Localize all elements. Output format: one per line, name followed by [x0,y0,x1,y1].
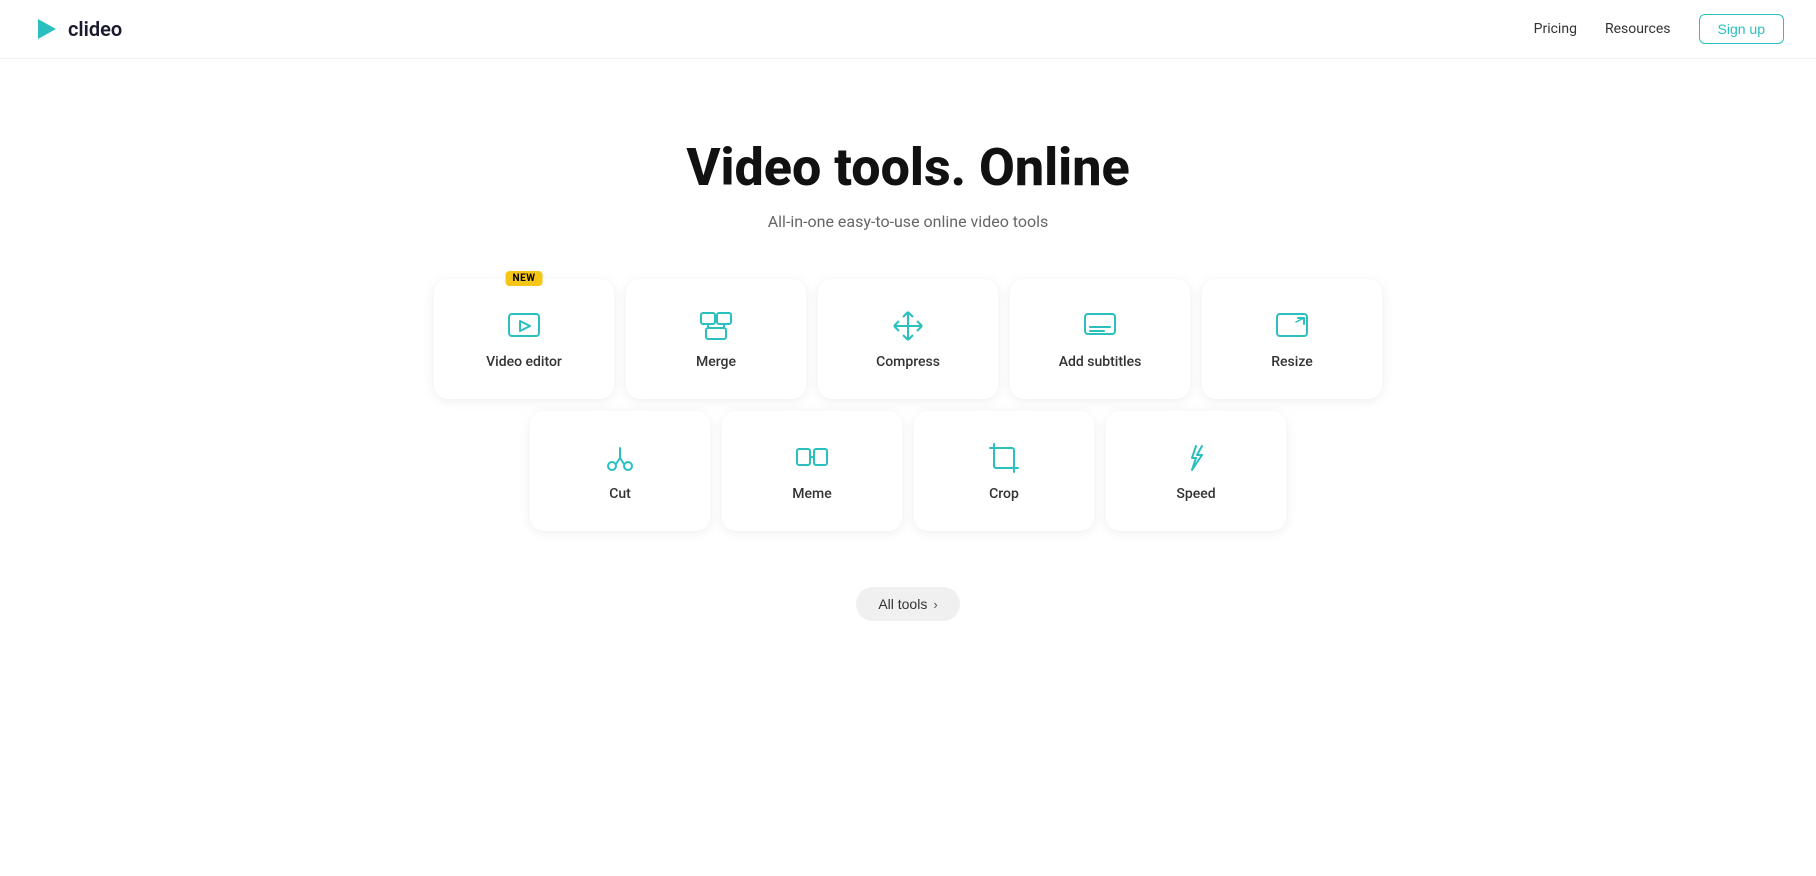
hero-title: Video tools. Online [20,139,1796,196]
clideo-logo-icon [32,15,60,43]
tool-card-crop[interactable]: Crop [914,411,1094,531]
tool-label-merge: Merge [696,354,736,370]
logo[interactable]: clideo [32,15,122,43]
tool-label-resize: Resize [1271,354,1313,370]
video-editor-icon [506,308,542,344]
tool-label-cut: Cut [609,486,631,502]
cut-icon [602,440,638,476]
tool-card-compress[interactable]: Compress [818,279,998,399]
nav-resources[interactable]: Resources [1605,21,1671,37]
tool-card-cut[interactable]: Cut [530,411,710,531]
compress-icon [890,308,926,344]
tool-card-resize[interactable]: Resize [1202,279,1382,399]
tool-card-meme[interactable]: Meme [722,411,902,531]
tool-label-crop: Crop [989,486,1019,502]
tool-label-compress: Compress [876,354,940,370]
chevron-right-icon: › [933,597,937,612]
header: clideo Pricing Resources Sign up [0,0,1816,59]
all-tools-label: All tools [878,596,927,612]
nav: Pricing Resources Sign up [1534,14,1784,44]
tool-label-meme: Meme [792,486,831,502]
merge-icon [698,308,734,344]
tool-card-speed[interactable]: Speed [1106,411,1286,531]
tools-row-2: Cut Meme [530,411,1286,531]
all-tools-button[interactable]: All tools › [856,587,959,621]
hero-subtitle: All-in-one easy-to-use online video tool… [20,212,1796,231]
tool-label-video-editor: Video editor [486,354,562,370]
tools-row-1: NEW Video editor [434,279,1382,399]
tool-label-add-subtitles: Add subtitles [1059,354,1142,370]
add-subtitles-icon [1082,308,1118,344]
resize-icon [1274,308,1310,344]
hero-section: Video tools. Online All-in-one easy-to-u… [0,59,1816,661]
tools-section: NEW Video editor [20,279,1796,531]
speed-icon [1178,440,1214,476]
crop-icon [986,440,1022,476]
tool-label-speed: Speed [1176,486,1215,502]
logo-text: clideo [68,17,122,41]
new-badge: NEW [506,271,543,286]
nav-pricing[interactable]: Pricing [1534,21,1577,37]
tool-card-add-subtitles[interactable]: Add subtitles [1010,279,1190,399]
tool-card-video-editor[interactable]: NEW Video editor [434,279,614,399]
sign-up-button[interactable]: Sign up [1699,14,1784,44]
meme-icon [794,440,830,476]
tool-card-merge[interactable]: Merge [626,279,806,399]
